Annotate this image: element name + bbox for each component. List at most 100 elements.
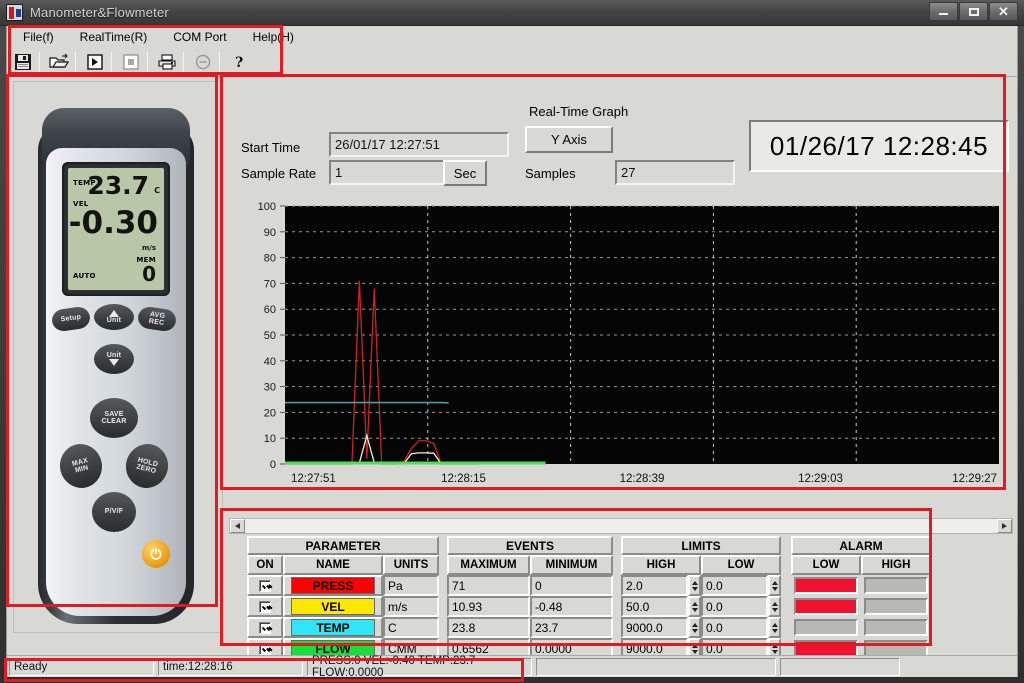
limit-low-value: 0.0 [706,641,723,656]
lcd-mem-value: 0 [142,262,156,286]
limit-low-stepper[interactable] [768,617,781,638]
stop-icon[interactable] [118,50,144,74]
event-maximum-cell: 23.8 [447,617,530,638]
limit-low-stepper[interactable] [768,596,781,617]
limit-low-input[interactable]: 0.0 [701,617,768,638]
alarm-high-cell [861,575,931,596]
menu-item-file[interactable]: File(f) [13,28,64,46]
toolbar: ? [7,47,1017,77]
meter-avg-rec-button[interactable]: AVG REC [136,305,178,333]
row-name-cell: PRESS [283,575,383,596]
realtime-chart[interactable]: 0 10 20 30 40 50 60 70 80 90 100 12:27:51 12:28:15 12… [229,200,1013,500]
save-icon[interactable] [10,50,36,74]
close-button[interactable]: ✕ [989,2,1018,21]
limit-low-stepper[interactable] [768,575,781,596]
event-maximum-cell: 71 [447,575,530,596]
col-units: UNITS [383,555,439,575]
alarm-high-cell [861,617,931,638]
start-time-field[interactable]: 26/01/17 12:27:51 [329,132,509,157]
limit-high-stepper[interactable] [688,617,701,638]
limit-high-input[interactable]: 50.0 [621,596,688,617]
chart-area[interactable]: 0 10 20 30 40 50 60 70 80 90 100 12:27:51 12:28:15 12… [229,200,1013,500]
meter-hold-zero-button[interactable]: HOLD ZERO [121,439,173,493]
col-limit-low: LOW [701,555,781,575]
event-maximum-cell: 10.93 [447,596,530,617]
group-events-header: EVENTS [447,536,613,555]
svg-text:100: 100 [258,201,276,213]
parameter-table-panel: PARAMETER ON NAME UNITS PRESS Pa VEL m/s TEM… [229,536,941,671]
svg-text:12:28:39: 12:28:39 [620,473,665,485]
alarm-low-cell [791,617,861,638]
table-row: PRESS Pa [247,575,439,596]
chart-horizontal-scrollbar[interactable] [229,518,1013,534]
toolbar-separator-3 [111,51,112,72]
limit-high-value: 9000.0 [626,620,663,635]
table-row [791,596,931,617]
meter-max-min-button[interactable]: MAX MIN [55,439,107,493]
clock-text: 01/26/17 12:28:45 [769,130,989,161]
limit-high-input[interactable]: 9000.0 [621,617,688,638]
meter-pvf-button[interactable]: P/V/F [92,492,136,532]
meter-save-clear-button[interactable]: SAVE CLEAR [90,398,138,438]
print-icon[interactable] [154,50,180,74]
meter-clear-label: CLEAR [101,418,127,425]
alarm-high-indicator [864,577,928,594]
limit-low-input[interactable]: 0.0 [701,596,768,617]
row-enable-checkbox[interactable] [247,575,283,596]
sec-button[interactable]: Sec [443,160,487,186]
event-maximum-value: 23.8 [452,620,476,635]
client-area: File(f) RealTime(R) COM Port Help(H) ? T… [6,26,1018,679]
scroll-right-icon[interactable] [997,519,1012,533]
sample-rate-input[interactable]: 1 [329,160,451,185]
menu-item-comport[interactable]: COM Port [163,28,236,46]
toolbar-separator-6 [219,51,220,72]
limit-low-input[interactable]: 0.0 [701,575,768,596]
title-bar: Manometer&Flowmeter ✕ [0,0,1024,26]
svg-text:70: 70 [264,278,276,290]
disconnect-icon[interactable] [190,50,216,74]
samples-field: 27 [615,160,735,185]
open-folder-icon[interactable] [46,50,72,74]
svg-text:?: ? [235,55,243,71]
row-units-cell: m/s [383,596,439,617]
meter-setup-button[interactable]: Setup [50,305,92,333]
toolbar-separator-1 [39,51,40,72]
svg-text:60: 60 [264,304,276,316]
status-readings: PRESS:0 VEL:-0.40 TEMP:23.7 FLOW:0.0000 [307,655,532,679]
lcd-screen: TEMP 23.7 C VEL -0.30 m/s MEM AUTO 0 [68,168,164,290]
maximize-button[interactable] [959,2,988,21]
play-icon[interactable] [82,50,108,74]
limit-high-stepper[interactable] [688,596,701,617]
toolbar-separator-5 [183,51,184,72]
power-icon[interactable]: ⏻ [142,540,170,568]
meter-unit-down-button[interactable]: Unit [94,344,134,374]
group-parameter-header: PARAMETER [247,536,439,555]
meter-unit-up-button[interactable]: Unit [94,304,134,330]
toolbar-separator-2 [75,51,76,72]
power-glyph: ⏻ [150,545,162,562]
lcd-vel-unit: m/s [141,244,156,252]
row-enable-checkbox[interactable] [247,596,283,617]
toolbar-separator-4 [147,51,148,72]
scroll-left-icon[interactable] [230,519,245,533]
svg-text:40: 40 [264,356,276,368]
help-icon[interactable]: ? [226,50,252,74]
event-minimum-value: 0 [535,578,542,593]
y-axis-button[interactable]: Y Axis [525,126,613,153]
meter-min-label: MIN [74,464,90,475]
parameter-units-label: m/s [388,599,408,614]
minimize-button[interactable] [929,2,958,21]
status-spacer-2 [780,657,900,676]
row-enable-checkbox[interactable] [247,617,283,638]
status-bar: Ready time:12:28:16 PRESS:0 VEL:-0.40 TE… [7,655,1017,679]
col-maximum: MAXIMUM [447,555,530,575]
menu-item-realtime[interactable]: RealTime(R) [70,28,158,46]
menu-item-help[interactable]: Help(H) [243,28,304,46]
parameter-units-label: CMM [388,641,417,656]
limit-high-input[interactable]: 2.0 [621,575,688,596]
window-title: Manometer&Flowmeter [30,5,169,20]
parameter-name-label: PRESS [312,578,354,593]
meter-pvf-label: P/V/F [104,508,124,516]
limit-low-value: 0.0 [706,578,723,593]
limit-high-stepper[interactable] [688,575,701,596]
